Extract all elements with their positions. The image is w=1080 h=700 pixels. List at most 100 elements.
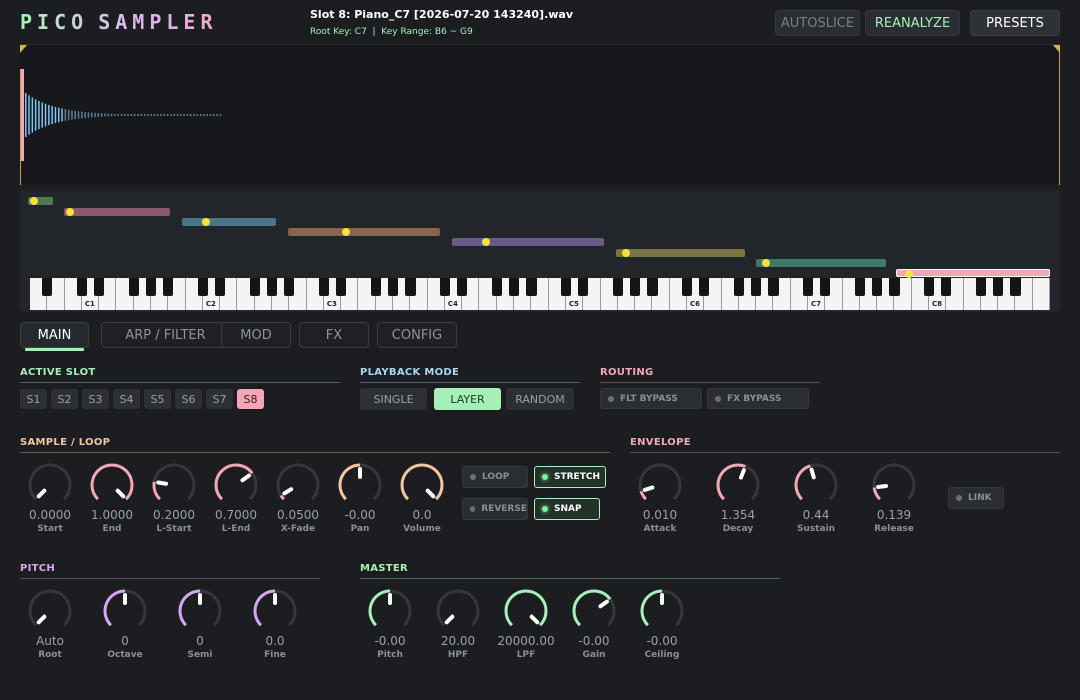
knob-octave[interactable]: 0 Octave [95, 588, 155, 668]
root-note-marker[interactable] [66, 208, 74, 216]
flt-bypass-toggle[interactable]: FLT BYPASS [600, 388, 702, 409]
black-key[interactable] [681, 278, 693, 296]
knob-dial[interactable] [275, 462, 321, 508]
black-key[interactable] [508, 278, 520, 296]
black-key[interactable] [854, 278, 865, 296]
mode-single-button[interactable]: SINGLE [360, 388, 427, 410]
knob-dial[interactable] [177, 588, 223, 634]
knob-gain[interactable]: -0.00 Gain [564, 588, 624, 668]
root-note-marker[interactable] [905, 270, 913, 278]
black-key[interactable] [820, 278, 831, 296]
presets-button[interactable]: PRESETS [970, 10, 1060, 36]
black-key[interactable] [768, 278, 779, 296]
black-key[interactable] [560, 278, 572, 296]
black-key[interactable] [578, 278, 589, 296]
black-key[interactable] [992, 278, 1004, 296]
root-note-marker[interactable] [482, 238, 490, 246]
fx-bypass-toggle[interactable]: FX BYPASS [707, 388, 809, 409]
black-key[interactable] [318, 278, 330, 296]
knob-end[interactable]: 1.0000 End [82, 462, 142, 542]
tab-main[interactable]: MAIN [20, 322, 89, 351]
root-note-marker[interactable] [202, 218, 210, 226]
slot-button-s4[interactable]: S4 [113, 389, 140, 409]
reverse-toggle[interactable]: REVERSE [462, 498, 528, 520]
knob-dial[interactable] [715, 462, 761, 508]
tab-arp-filter[interactable]: ARP / FILTER [101, 322, 230, 348]
knob-dial[interactable] [793, 462, 839, 508]
black-key[interactable] [526, 278, 537, 296]
knob-semi[interactable]: 0 Semi [170, 588, 230, 668]
slot-button-s5[interactable]: S5 [144, 389, 171, 409]
knob-dial[interactable] [27, 588, 73, 634]
black-key[interactable] [802, 278, 814, 296]
mode-layer-button[interactable]: LAYER [434, 388, 501, 410]
knob-l-end[interactable]: 0.7000 L-End [206, 462, 266, 542]
knob-hpf[interactable]: 20.00 HPF [428, 588, 488, 668]
key-zone-s5[interactable] [452, 238, 604, 246]
slot-button-s3[interactable]: S3 [82, 389, 109, 409]
knob-ceiling[interactable]: -0.00 Ceiling [632, 588, 692, 668]
playhead-marker[interactable] [21, 69, 24, 161]
white-key[interactable] [1032, 278, 1050, 310]
knob-fine[interactable]: 0.0 Fine [245, 588, 305, 668]
key-zone-s8[interactable] [896, 269, 1050, 278]
piano-keyboard[interactable]: C1 C2 C3 C4 C5 C6 C7 C8 [30, 278, 1050, 310]
knob-pan[interactable]: -0.00 Pan [330, 462, 390, 542]
root-note-marker[interactable] [622, 249, 630, 257]
knob-dial[interactable] [89, 462, 135, 508]
knob-pitch[interactable]: -0.00 Pitch [360, 588, 420, 668]
knob-dial[interactable] [503, 588, 549, 634]
knob-dial[interactable] [213, 462, 259, 508]
black-key[interactable] [612, 278, 623, 296]
reanalyze-button[interactable]: REANALYZE [865, 10, 960, 36]
root-note-marker[interactable] [762, 259, 770, 267]
black-key[interactable] [145, 278, 157, 296]
black-key[interactable] [699, 278, 710, 296]
black-key[interactable] [266, 278, 278, 296]
knob-lpf[interactable]: 20000.00 LPF [496, 588, 556, 668]
key-zone-s1[interactable] [28, 197, 53, 205]
knob-dial[interactable] [27, 462, 73, 508]
link-toggle[interactable]: LINK [948, 487, 1004, 509]
knob-dial[interactable] [435, 588, 481, 634]
knob-dial[interactable] [151, 462, 197, 508]
black-key[interactable] [93, 278, 105, 296]
mode-random-button[interactable]: RANDOM [506, 388, 574, 410]
knob-decay[interactable]: 1.354 Decay [708, 462, 768, 542]
knob-x-fade[interactable]: 0.0500 X-Fade [268, 462, 328, 542]
black-key[interactable] [750, 278, 762, 296]
knob-dial[interactable] [871, 462, 917, 508]
tab-mod[interactable]: MOD [221, 322, 291, 348]
black-key[interactable] [284, 278, 295, 296]
black-key[interactable] [871, 278, 883, 296]
black-key[interactable] [647, 278, 658, 296]
knob-dial[interactable] [571, 588, 617, 634]
tab-config[interactable]: CONFIG [377, 322, 457, 348]
stretch-toggle[interactable]: STRETCH [534, 466, 606, 488]
knob-dial[interactable] [337, 462, 383, 508]
tab-fx[interactable]: FX [299, 322, 369, 348]
black-key[interactable] [733, 278, 744, 296]
black-key[interactable] [76, 278, 88, 296]
key-zone-s7[interactable] [756, 259, 886, 267]
slot-button-s2[interactable]: S2 [51, 389, 78, 409]
black-key[interactable] [370, 278, 381, 296]
key-zone-s4[interactable] [288, 228, 440, 236]
black-key[interactable] [405, 278, 416, 296]
black-key[interactable] [163, 278, 174, 296]
knob-dial[interactable] [399, 462, 445, 508]
knob-dial[interactable] [639, 588, 685, 634]
knob-attack[interactable]: 0.010 Attack [630, 462, 690, 542]
black-key[interactable] [387, 278, 399, 296]
root-note-marker[interactable] [342, 228, 350, 236]
black-key[interactable] [42, 278, 53, 296]
black-key[interactable] [1010, 278, 1021, 296]
slot-button-s7[interactable]: S7 [206, 389, 233, 409]
knob-dial[interactable] [637, 462, 683, 508]
slot-button-s1[interactable]: S1 [20, 389, 47, 409]
slot-button-s6[interactable]: S6 [175, 389, 202, 409]
knob-l-start[interactable]: 0.2000 L-Start [144, 462, 204, 542]
black-key[interactable] [941, 278, 952, 296]
black-key[interactable] [439, 278, 451, 296]
waveform-display[interactable] [20, 44, 1060, 185]
